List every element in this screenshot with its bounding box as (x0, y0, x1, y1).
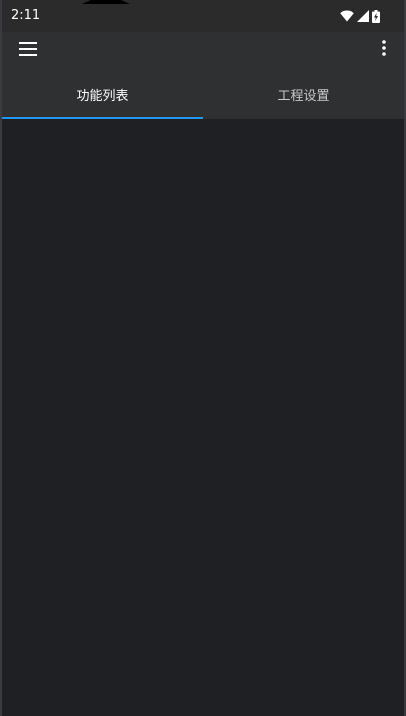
tab-label: 工程设置 (277, 89, 330, 104)
overflow-menu-button[interactable] (372, 38, 396, 62)
battery-charging-icon (372, 9, 380, 23)
wifi-icon (340, 10, 354, 22)
camera-notch (82, 0, 130, 4)
hamburger-menu-icon (19, 41, 37, 60)
tab-project-settings[interactable]: 工程设置 (203, 70, 404, 119)
status-time: 2:11 (11, 8, 41, 23)
signal-icon (357, 10, 369, 22)
app-screen: 2:11 功能列表 工程设置 (0, 0, 406, 716)
menu-button[interactable] (16, 38, 40, 62)
status-icons (340, 9, 380, 23)
tab-function-list[interactable]: 功能列表 (2, 70, 203, 119)
content-area (2, 119, 404, 716)
app-bar (2, 32, 404, 70)
more-vert-icon (382, 40, 386, 60)
status-bar: 2:11 (2, 0, 404, 32)
tab-label: 功能列表 (76, 89, 129, 104)
tab-bar: 功能列表 工程设置 (2, 70, 404, 119)
